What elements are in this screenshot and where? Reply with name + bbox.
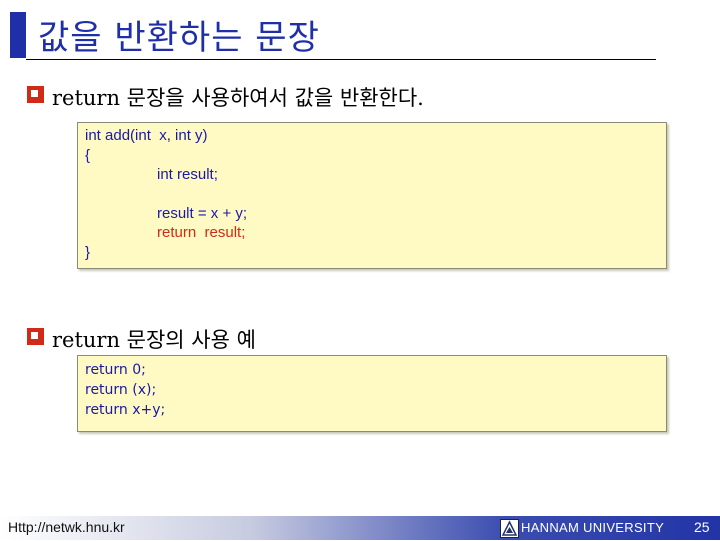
code-block-function: int add(int x, int y) { int result; resu…: [77, 122, 667, 269]
code-line: {: [85, 147, 91, 164]
checkbox-bullet-icon: [27, 328, 44, 345]
code-line: result = x + y;: [157, 205, 248, 222]
footer-bar: Http://netwk.hnu.kr HANNAM UNIVERSITY 25: [0, 516, 720, 540]
footer-university-name: HANNAM UNIVERSITY: [521, 520, 665, 535]
page-number: 25: [694, 519, 710, 535]
code-line-highlighted: return result;: [157, 224, 246, 241]
code-line: }: [85, 244, 91, 261]
checkbox-bullet-icon: [27, 86, 44, 103]
code-line: return x+y;: [85, 402, 166, 418]
title-underline: [26, 59, 656, 60]
title-accent-bar: [10, 12, 26, 58]
code-block-examples: return 0; return (x); return x+y;: [77, 355, 667, 432]
university-logo-icon: [500, 519, 519, 538]
code-line: return (x);: [85, 382, 157, 398]
slide-title: 값을 반환하는 문장: [38, 18, 320, 58]
code-line: return 0;: [85, 362, 146, 378]
code-line: int add(int x, int y): [85, 127, 208, 144]
code-line: int result;: [157, 166, 218, 183]
footer-url[interactable]: Http://netwk.hnu.kr: [8, 519, 125, 535]
bullet-text-1: return 문장을 사용하여서 값을 반환한다.: [52, 86, 424, 110]
bullet-text-2: return 문장의 사용 예: [52, 328, 256, 352]
